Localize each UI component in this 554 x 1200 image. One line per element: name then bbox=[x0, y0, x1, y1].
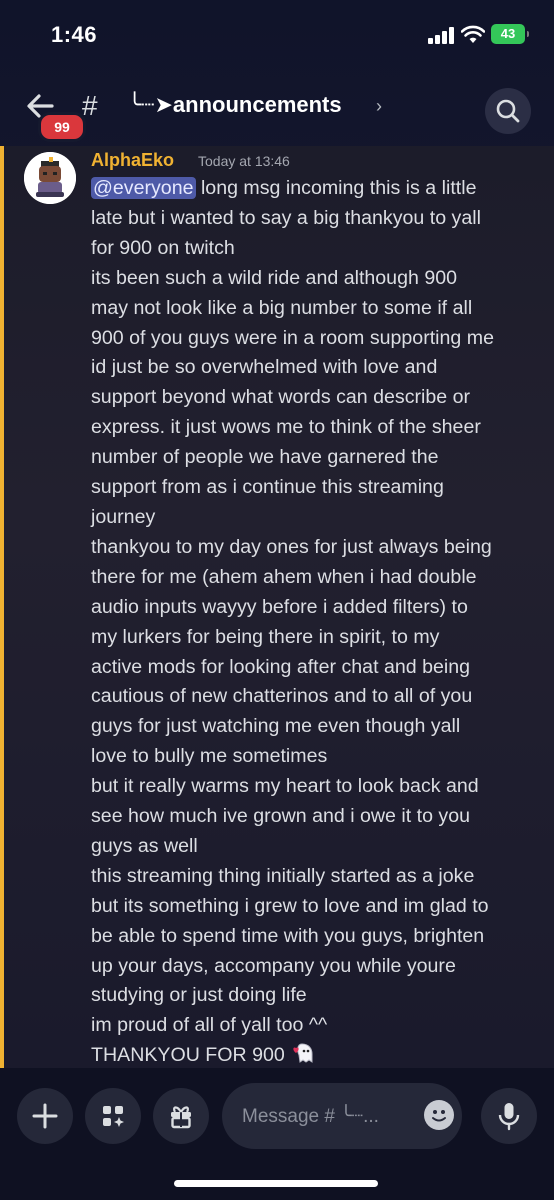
message-line: support beyond what words can describe o… bbox=[91, 386, 471, 409]
message-line: but its something i grew to love and im … bbox=[91, 894, 489, 917]
battery-icon: 43 bbox=[491, 24, 529, 44]
message-timestamp: Today at 13:46 bbox=[198, 153, 290, 169]
channel-header: 99 # ╰┈➤announcements › bbox=[0, 70, 554, 146]
message-line: guys for just watching me even though ya… bbox=[91, 715, 461, 738]
message-line: 900 of you guys were in a room supportin… bbox=[91, 326, 494, 349]
message-line: up your days, accompany you while youre bbox=[91, 954, 456, 977]
voice-message-button[interactable] bbox=[481, 1088, 537, 1144]
message-text: THANKYOU FOR 900 bbox=[91, 1044, 291, 1067]
message-line: my lurkers for being there in spirit, to… bbox=[91, 625, 440, 648]
message-line: there for me (ahem ahem when i had doubl… bbox=[91, 565, 477, 588]
chevron-right-icon[interactable]: › bbox=[376, 96, 382, 117]
message-text: long msg incoming this is a little bbox=[195, 177, 477, 199]
message-line: may not look like a big number to some i… bbox=[91, 296, 473, 319]
message-content: @everyone long msg incoming this is a li… bbox=[91, 174, 536, 1071]
message-line: journey bbox=[91, 505, 156, 528]
microphone-icon bbox=[498, 1103, 520, 1131]
channel-hash-icon: # bbox=[82, 90, 98, 121]
mention-everyone[interactable]: @everyone bbox=[91, 177, 196, 199]
message-line: @everyone long msg incoming this is a li… bbox=[91, 174, 536, 204]
message-line: late but i wanted to say a big thankyou … bbox=[91, 206, 481, 229]
message-input-placeholder: Message # ╰┈... bbox=[242, 1106, 379, 1127]
message-line: id just be so overwhelmed with love and bbox=[91, 356, 438, 379]
message-line: number of people we have garnered the bbox=[91, 446, 439, 469]
message-line: guys as well bbox=[91, 834, 198, 857]
gift-icon bbox=[171, 1106, 191, 1129]
message-line: support from as i continue this streamin… bbox=[91, 476, 444, 499]
message-line: thankyou to my day ones for just always … bbox=[91, 535, 492, 558]
emoji-icon[interactable] bbox=[424, 1100, 454, 1130]
unread-badge: 99 bbox=[38, 112, 86, 142]
avatar-character-icon bbox=[24, 152, 76, 204]
message-line: audio inputs wayyy before i added filter… bbox=[91, 595, 468, 618]
message-author[interactable]: AlphaEko bbox=[91, 150, 174, 171]
search-icon bbox=[496, 99, 520, 123]
cellular-signal-icon bbox=[428, 26, 456, 44]
mention-highlight-bar bbox=[0, 146, 4, 1068]
message-line: THANKYOU FOR 900 bbox=[91, 1041, 536, 1071]
apps-icon bbox=[103, 1106, 124, 1127]
status-time: 1:46 bbox=[51, 22, 98, 47]
message-line: be able to spend time with you guys, bri… bbox=[91, 924, 485, 947]
gift-button[interactable] bbox=[153, 1088, 209, 1144]
wifi-icon bbox=[461, 25, 485, 43]
channel-name[interactable]: ╰┈➤announcements bbox=[128, 92, 342, 118]
message-line: its been such a wild ride and although 9… bbox=[91, 266, 458, 289]
message-line: love to bully me sometimes bbox=[91, 745, 328, 768]
status-bar: 1:46 43 bbox=[0, 0, 554, 70]
message-composer: Message # ╰┈... bbox=[0, 1068, 554, 1200]
message-line: im proud of all of yall too ^^ bbox=[91, 1014, 328, 1037]
apps-button[interactable] bbox=[85, 1088, 141, 1144]
message-line: but it really warms my heart to look bac… bbox=[91, 775, 479, 798]
message-line: for 900 on twitch bbox=[91, 236, 235, 259]
message-list: AlphaEko Today at 13:46 @everyone long m… bbox=[0, 146, 554, 1068]
message-line: see how much ive grown and i owe it to y… bbox=[91, 805, 471, 828]
plus-icon bbox=[32, 1103, 58, 1129]
emoji-face-icon bbox=[432, 1110, 446, 1122]
message-line: studying or just doing life bbox=[91, 984, 307, 1007]
ghost-heart-emoji-icon bbox=[293, 1043, 313, 1064]
home-indicator bbox=[174, 1180, 378, 1187]
attach-button[interactable] bbox=[17, 1088, 73, 1144]
message-line: active mods for looking after chat and b… bbox=[91, 655, 471, 678]
message-line: this streaming thing initially started a… bbox=[91, 864, 475, 887]
search-button[interactable] bbox=[485, 88, 531, 134]
message-line: cautious of new chatterinos and to all o… bbox=[91, 685, 473, 708]
message-input[interactable]: Message # ╰┈... bbox=[222, 1083, 462, 1149]
message-line: express. it just wows me to think of the… bbox=[91, 416, 481, 439]
avatar[interactable] bbox=[24, 152, 76, 204]
